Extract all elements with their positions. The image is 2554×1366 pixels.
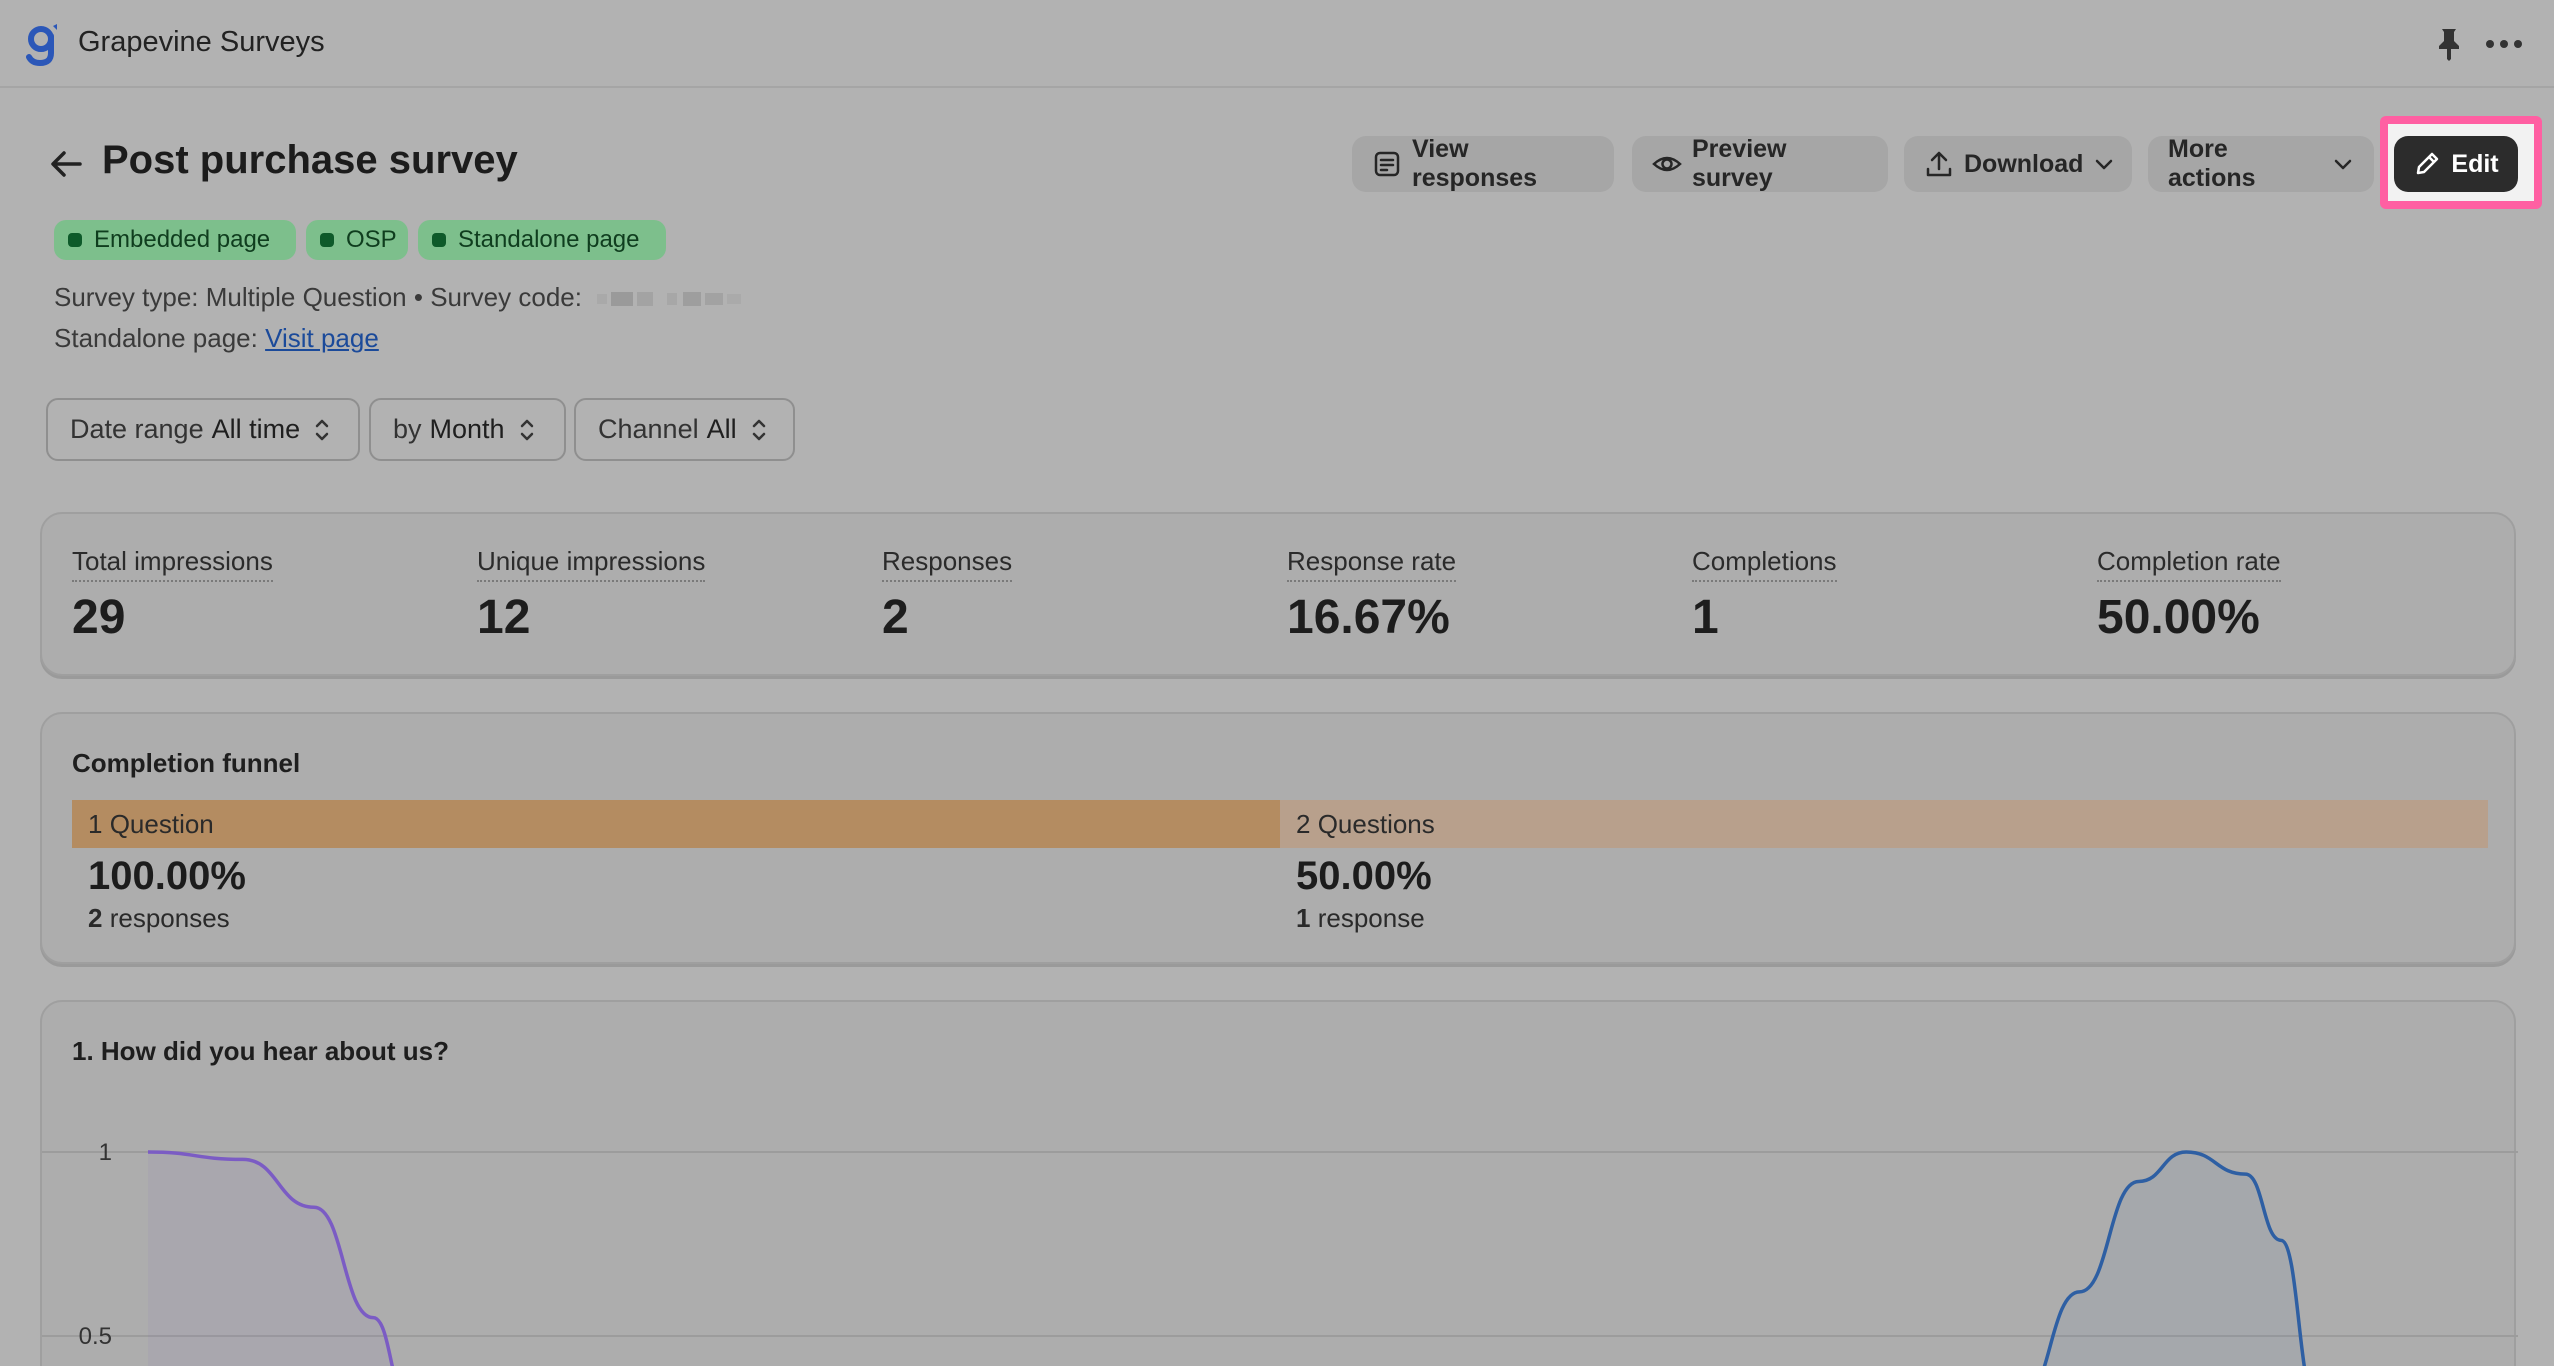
question-card: 1. How did you hear about us? 1 0.5 [40, 1000, 2518, 1366]
metric-label[interactable]: Responses [882, 546, 1013, 582]
top-bar: Grapevine Surveys [0, 0, 2554, 88]
chevron-down-icon [2334, 159, 2352, 170]
metric-unique-impressions: Unique impressions 12 [477, 546, 706, 645]
preview-survey-button[interactable]: Preview survey [1632, 135, 1888, 192]
group-by-label: by [393, 414, 422, 444]
metric-label[interactable]: Completions [1692, 546, 1837, 582]
back-arrow-icon[interactable] [48, 148, 84, 180]
page-title: Post purchase survey [102, 138, 518, 182]
app-title: Grapevine Surveys [78, 26, 325, 58]
grapevine-logo-icon [26, 24, 57, 66]
pin-icon[interactable] [2432, 26, 2466, 62]
funnel-bar: 1 Question [72, 800, 1280, 848]
y-tick-label: 0.5 [79, 1323, 112, 1350]
chevron-updown-icon [315, 419, 329, 440]
date-range-label: Date range [70, 414, 204, 444]
upload-icon [1926, 151, 1952, 177]
metric-value: 16.67% [1287, 591, 1450, 644]
series-area [2044, 1152, 2305, 1366]
badge-embedded-page: Embedded page [54, 220, 296, 260]
channel-label: Channel [598, 414, 699, 444]
chevron-updown-icon [752, 419, 765, 440]
funnel-step: 1 Question 100.00% 2 responses [72, 800, 1280, 934]
funnel-title: Completion funnel [72, 748, 301, 778]
metric-value: 29 [72, 591, 126, 644]
status-dot [432, 233, 446, 247]
funnel-bar: 2 Questions [1280, 800, 2488, 848]
metric-responses: Responses 2 [882, 546, 1013, 645]
metric-completions: Completions 1 [1692, 546, 1837, 645]
step-responses: 2 responses [72, 903, 1280, 934]
date-range-value: All time [211, 414, 301, 444]
visit-page-link[interactable]: Visit page [265, 323, 379, 353]
badge-label: Embedded page [94, 226, 271, 253]
edit-button[interactable]: Edit [2394, 136, 2518, 192]
download-button[interactable]: Download [1904, 136, 2132, 192]
more-actions-button[interactable]: More actions [2148, 135, 2374, 192]
badge-label: OSP [346, 226, 397, 253]
redacted-survey-code [597, 292, 742, 307]
step-responses-count: 2 [88, 903, 103, 933]
pencil-icon [2417, 152, 2439, 175]
survey-meta: Survey type: Multiple Question • Survey … [54, 282, 777, 313]
metric-value: 50.00% [2097, 591, 2260, 644]
badge-label: Standalone page [458, 226, 640, 253]
standalone-label: Standalone page: [54, 323, 258, 353]
view-responses-button[interactable]: View responses [1352, 135, 1614, 192]
more-actions-label: More actions [2168, 135, 2256, 192]
step-count: 2 [1296, 808, 1311, 839]
list-icon [1374, 151, 1400, 177]
metric-value: 2 [882, 591, 909, 644]
step-responses-count: 1 [1296, 903, 1311, 933]
chevron-down-icon [2096, 159, 2113, 170]
metric-total-impressions: Total impressions 29 [72, 546, 273, 645]
date-range-select[interactable]: Date range All time [46, 398, 360, 461]
survey-code-label: Survey code: [430, 282, 582, 312]
step-responses-label: response [1317, 903, 1425, 933]
chevron-updown-icon [520, 419, 533, 440]
step-percent: 100.00% [88, 854, 246, 898]
status-dot [320, 233, 334, 247]
funnel-step: 2 Questions 50.00% 1 response [1280, 800, 2488, 934]
survey-type-value: Multiple Question [205, 282, 407, 312]
channel-select[interactable]: Channel All [574, 398, 795, 461]
metric-label[interactable]: Total impressions [72, 546, 273, 582]
metric-label[interactable]: Unique impressions [477, 546, 706, 582]
responses-line-chart: 10.5 [42, 1139, 2518, 1366]
metric-label[interactable]: Response rate [1287, 546, 1457, 582]
status-dot [68, 233, 82, 247]
badge-standalone-page: Standalone page [418, 220, 666, 260]
metric-completion-rate: Completion rate 50.00% [2097, 546, 2281, 645]
step-responses: 1 response [1280, 903, 2488, 934]
more-options-icon[interactable] [2484, 26, 2524, 62]
step-percent: 50.00% [1296, 854, 1432, 898]
meta-separator: • [413, 282, 423, 312]
edit-label: Edit [2451, 149, 2499, 178]
group-by-select[interactable]: by Month [369, 398, 566, 461]
step-count: 1 [88, 808, 103, 839]
preview-survey-label: Preview survey [1692, 135, 1787, 192]
step-label: Questions [1317, 808, 1435, 839]
metrics-card: Total impressions 29 Unique impressions … [40, 512, 2516, 676]
y-tick-label: 1 [99, 1139, 112, 1166]
channel-value: All [706, 414, 737, 444]
group-by-value: Month [429, 414, 505, 444]
badge-osp: OSP [306, 220, 408, 260]
metric-value: 12 [477, 591, 531, 644]
download-label: Download [1964, 149, 2084, 178]
step-responses-label: responses [109, 903, 230, 933]
survey-type-label: Survey type: [54, 282, 199, 312]
view-responses-label: View responses [1412, 135, 1538, 192]
metric-value: 1 [1692, 591, 1719, 644]
metric-label[interactable]: Completion rate [2097, 546, 2281, 582]
standalone-meta: Standalone page: Visit page [54, 323, 379, 354]
step-label: Question [109, 808, 214, 839]
metric-response-rate: Response rate 16.67% [1287, 546, 1457, 645]
eye-icon [1652, 156, 1682, 172]
completion-funnel-card: Completion funnel 1 Question 100.00% 2 r… [40, 712, 2516, 964]
